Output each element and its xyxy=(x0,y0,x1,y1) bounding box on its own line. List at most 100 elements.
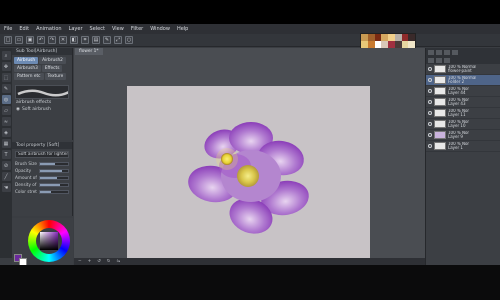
ruler-tool-icon[interactable]: ╱ xyxy=(1,172,11,181)
eraser-tool-icon[interactable]: ▱ xyxy=(1,106,11,115)
clear-icon[interactable]: ✕ xyxy=(59,36,67,44)
fill-tool-icon[interactable]: ◈ xyxy=(1,128,11,137)
rotate-left-icon[interactable]: ↺ xyxy=(97,259,101,264)
fill-icon[interactable]: ◧ xyxy=(70,36,78,44)
ruler-icon[interactable]: ▤ xyxy=(92,36,100,44)
color-swatch[interactable] xyxy=(408,41,415,48)
transform-icon[interactable]: ⤢ xyxy=(114,36,122,44)
color-wheel[interactable] xyxy=(28,220,70,262)
eyedropper-tool-icon[interactable]: ⊘ xyxy=(1,161,11,170)
color-swatch[interactable] xyxy=(381,34,388,41)
airbrush-tool-icon[interactable]: ◍ xyxy=(1,95,11,104)
text-tool-icon[interactable]: T xyxy=(1,150,11,159)
menu-help[interactable]: Help xyxy=(177,26,188,32)
eye-icon[interactable] xyxy=(428,100,432,104)
rotate-right-icon[interactable]: ↻ xyxy=(107,259,111,264)
color-swatch[interactable] xyxy=(401,41,409,48)
menu-animation[interactable]: Animation xyxy=(36,26,62,32)
color-swatch[interactable] xyxy=(367,34,375,41)
color-swatch[interactable] xyxy=(361,34,368,41)
color-swatch[interactable] xyxy=(394,41,402,48)
hand-tool-icon[interactable]: ☚ xyxy=(1,183,11,192)
color-swatch[interactable] xyxy=(367,41,375,48)
lock-icon[interactable] xyxy=(452,49,458,55)
menu-file[interactable]: File xyxy=(4,26,12,32)
color-swatch[interactable] xyxy=(361,41,368,48)
redo-icon[interactable]: ↷ xyxy=(48,36,56,44)
property-row[interactable]: Amount of paint xyxy=(12,174,72,181)
property-row[interactable]: Opacity xyxy=(12,167,72,174)
layer-row[interactable]: 100 % Nor Layer 11 xyxy=(426,108,500,119)
snap-icon[interactable]: ⌗ xyxy=(81,36,89,44)
layer-row[interactable]: 100 % Nor Layer 44 xyxy=(426,86,500,97)
property-slider[interactable] xyxy=(39,161,69,166)
menu-view[interactable]: View xyxy=(112,26,124,32)
eye-icon[interactable] xyxy=(428,122,432,126)
zoom-tool-icon[interactable]: ⌕ xyxy=(1,51,11,60)
property-slider[interactable] xyxy=(39,182,69,187)
menu-edit[interactable]: Edit xyxy=(19,26,29,32)
gradient-tool-icon[interactable]: ▦ xyxy=(1,139,11,148)
color-swatch[interactable] xyxy=(374,41,382,48)
brush-preview[interactable] xyxy=(15,85,69,99)
drawing-canvas[interactable] xyxy=(127,86,370,265)
saturation-square[interactable] xyxy=(40,232,58,250)
select-tool-icon[interactable]: ⬚ xyxy=(1,73,11,82)
layer-row[interactable]: 100 % Nor Layer 9 xyxy=(426,130,500,141)
menu-filter[interactable]: Filter xyxy=(131,26,143,32)
tab-airbrush[interactable]: Airbrush xyxy=(14,57,39,64)
property-slider[interactable] xyxy=(39,189,69,194)
save-icon[interactable]: ▣ xyxy=(26,36,34,44)
document-tab[interactable]: flower 1* xyxy=(75,48,103,55)
layer-row[interactable]: 100 % Nor Layer 1 xyxy=(426,141,500,152)
color-swatch[interactable] xyxy=(408,34,415,41)
menu-select[interactable]: Select xyxy=(90,26,105,32)
delete-layer-icon[interactable] xyxy=(444,49,450,55)
property-slider[interactable] xyxy=(39,168,69,173)
tab-airbrush3[interactable]: Airbrush3 xyxy=(14,65,41,72)
property-row[interactable]: Brush Size xyxy=(12,160,72,167)
new-folder-icon[interactable] xyxy=(436,49,442,55)
tab-texture[interactable]: Texture xyxy=(44,73,67,80)
clip-icon[interactable] xyxy=(444,57,450,63)
eye-icon[interactable] xyxy=(428,111,432,115)
property-row[interactable]: Density of paint xyxy=(12,181,72,188)
move-tool-icon[interactable]: ✥ xyxy=(1,62,11,71)
zoom-out-icon[interactable]: − xyxy=(78,259,82,264)
layer-row[interactable]: 100 % Normal flower-paint xyxy=(426,64,500,75)
menu-layer[interactable]: Layer xyxy=(69,26,83,32)
opacity-icon[interactable] xyxy=(436,57,442,63)
pen-tool-icon[interactable]: ✎ xyxy=(1,84,11,93)
undo-icon[interactable]: ↶ xyxy=(37,36,45,44)
eye-icon[interactable] xyxy=(428,144,432,148)
circle-icon[interactable]: ○ xyxy=(125,36,133,44)
menu-window[interactable]: Window xyxy=(150,26,170,32)
sub-color-swatch[interactable] xyxy=(19,258,27,265)
blend-mode-icon[interactable] xyxy=(428,57,434,63)
layer-row[interactable]: 100 % Nor Layer 43 xyxy=(426,97,500,108)
color-swatch[interactable] xyxy=(374,34,382,41)
eye-icon[interactable] xyxy=(428,67,432,71)
layer-row[interactable]: 100 % Nor Layer 10 xyxy=(426,119,500,130)
open-icon[interactable]: ▭ xyxy=(15,36,23,44)
zoom-in-icon[interactable]: + xyxy=(88,259,92,264)
tab-effects[interactable]: Effects xyxy=(41,65,63,72)
new-file-icon[interactable]: □ xyxy=(4,36,12,44)
color-swatch[interactable] xyxy=(381,41,388,48)
property-row[interactable]: Color stretch xyxy=(12,188,72,195)
new-layer-icon[interactable] xyxy=(428,49,434,55)
blend-tool-icon[interactable]: ≈ xyxy=(1,117,11,126)
tab-pattern[interactable]: Pattern etc xyxy=(14,73,44,80)
eye-icon[interactable] xyxy=(428,89,432,93)
flip-icon[interactable]: ⇋ xyxy=(116,259,120,264)
pen-icon[interactable]: ✎ xyxy=(103,36,111,44)
eye-icon[interactable] xyxy=(428,78,432,82)
layer-row[interactable]: 100 % Normal Folder 2 xyxy=(426,75,500,86)
color-swatch[interactable] xyxy=(394,34,402,41)
tab-airbrush2[interactable]: Airbrush2 xyxy=(39,57,66,64)
sub-tool-item[interactable]: ◉ Soft airbrush xyxy=(12,105,72,114)
eye-icon[interactable] xyxy=(428,133,432,137)
color-swatch[interactable] xyxy=(401,34,409,41)
color-swatch[interactable] xyxy=(388,34,395,41)
color-swatch[interactable] xyxy=(388,41,395,48)
